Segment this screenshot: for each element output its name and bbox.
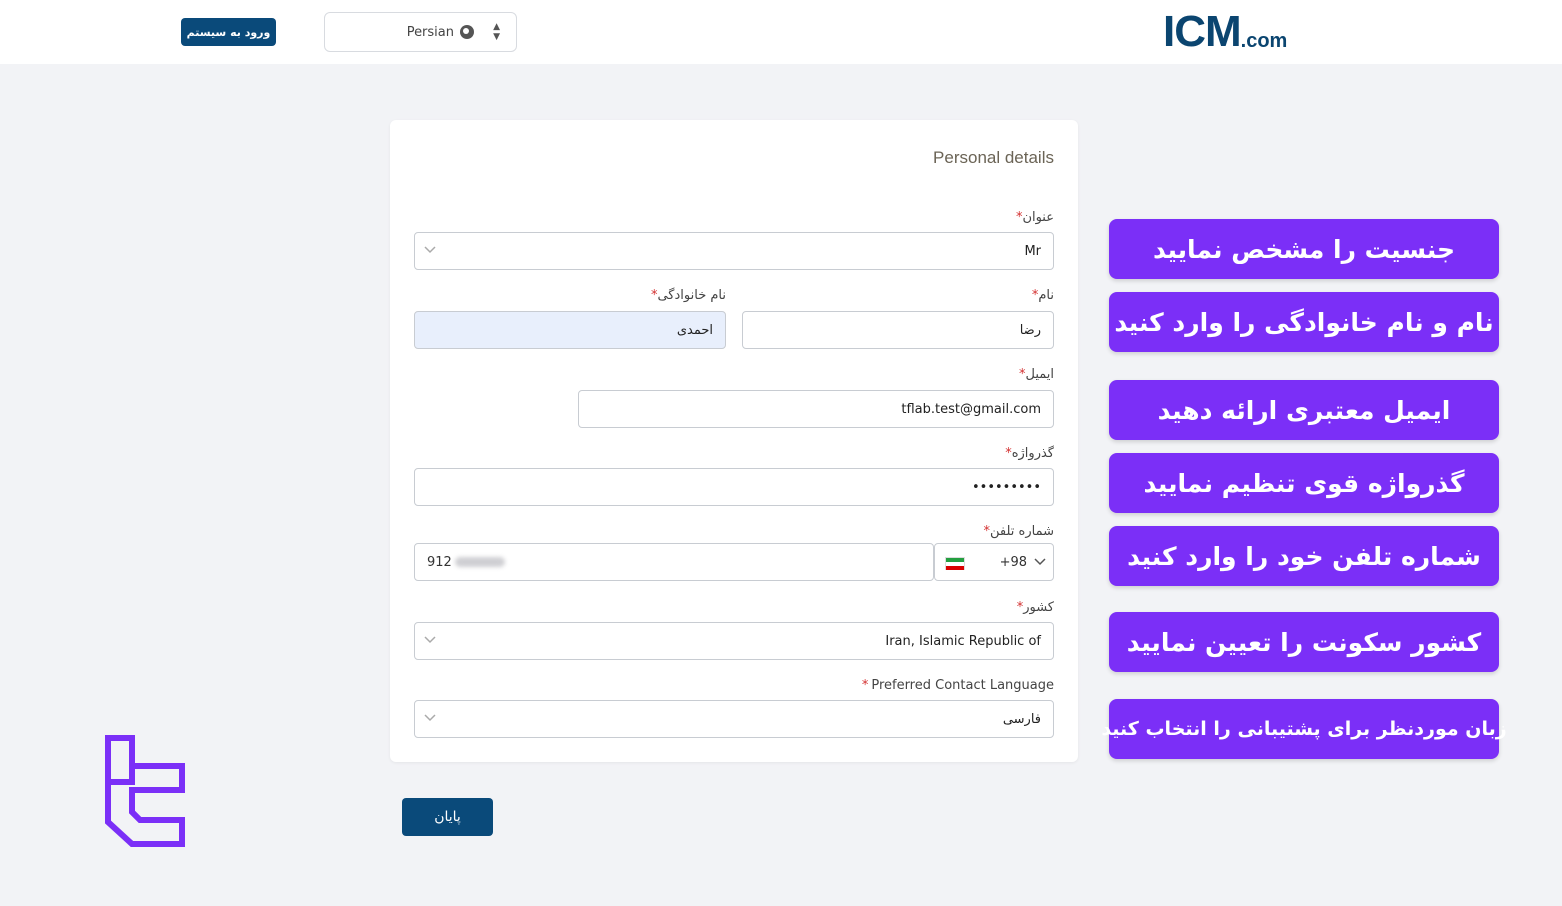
last-name-input[interactable]: احمدی (414, 311, 726, 349)
phone-number-value: 912 (427, 554, 452, 570)
contact-language-label: * Preferred Contact Language (861, 678, 1054, 693)
login-button[interactable]: ورود به سیستم (181, 18, 276, 46)
phone-number-input[interactable]: 912 (414, 543, 934, 581)
language-select-value: Persian (406, 24, 454, 40)
last-name-value: احمدی (676, 322, 713, 338)
globe-icon (460, 25, 474, 39)
hint-name: نام و نام خانوادگی را وارد کنید (1109, 292, 1499, 352)
email-label: ایمیل* (1018, 367, 1054, 382)
hint-language: زبان موردنظر برای پشتیبانی را انتخاب کنی… (1101, 699, 1507, 759)
card-title: Personal details (933, 148, 1054, 167)
email-input[interactable]: tflab.test@gmail.com (578, 390, 1054, 428)
chevron-down-icon (1034, 558, 1046, 566)
hint-phone: شماره تلفن خود را وارد کنید (1109, 526, 1499, 586)
first-name-value: رضا (1019, 322, 1041, 338)
logo-suffix: .com (1240, 30, 1288, 52)
top-bar: ورود به سیستم Persian ▲ ▼ ICM .com (0, 0, 1562, 64)
chevron-down-icon (424, 714, 436, 722)
hint-gender: جنسیت را مشخص نمایید (1109, 219, 1499, 279)
hint-email: ایمیل معتبری ارائه دهید (1109, 380, 1499, 440)
contact-language-value: فارسی (1002, 711, 1041, 727)
hint-country: کشور سکونت را تعیین نمایید (1109, 612, 1499, 672)
personal-details-card: Personal details عنوان* Mr نام* رضا نام … (390, 120, 1078, 762)
first-name-label: نام* (1031, 288, 1054, 303)
updown-icon: ▲ ▼ (493, 22, 500, 42)
language-select[interactable]: Persian ▲ ▼ (324, 12, 517, 52)
icm-logo[interactable]: ICM .com (1163, 10, 1287, 54)
password-value: ••••••••• (971, 479, 1041, 495)
title-select[interactable]: Mr (414, 232, 1054, 270)
hint-password: گذرواژه قوی تنظیم نمایید (1109, 453, 1499, 513)
password-label: گذرواژه* (1005, 446, 1054, 461)
email-value: tflab.test@gmail.com (901, 401, 1041, 417)
title-select-value: Mr (1024, 243, 1041, 259)
iran-flag-icon (945, 557, 965, 570)
country-select[interactable]: Iran, Islamic Republic of (414, 622, 1054, 660)
chevron-down-icon (424, 636, 436, 644)
phone-number-blurred (454, 557, 505, 567)
country-value: Iran, Islamic Republic of (885, 633, 1041, 649)
logo-main: ICM (1163, 7, 1242, 56)
chevron-down-icon (424, 246, 436, 254)
finish-button[interactable]: پایان (402, 798, 493, 836)
phone-label: شماره تلفن* (983, 524, 1054, 539)
phone-code-value: +98 (999, 555, 1027, 570)
title-label: عنوان* (1015, 210, 1054, 225)
brand-mark-icon (105, 735, 185, 847)
first-name-input[interactable]: رضا (742, 311, 1054, 349)
contact-language-select[interactable]: فارسی (414, 700, 1054, 738)
last-name-label: نام خانوادگی* (650, 288, 726, 303)
password-input[interactable]: ••••••••• (414, 468, 1054, 506)
country-label: کشور* (1016, 600, 1054, 615)
phone-code-select[interactable]: +98 (934, 543, 1054, 581)
